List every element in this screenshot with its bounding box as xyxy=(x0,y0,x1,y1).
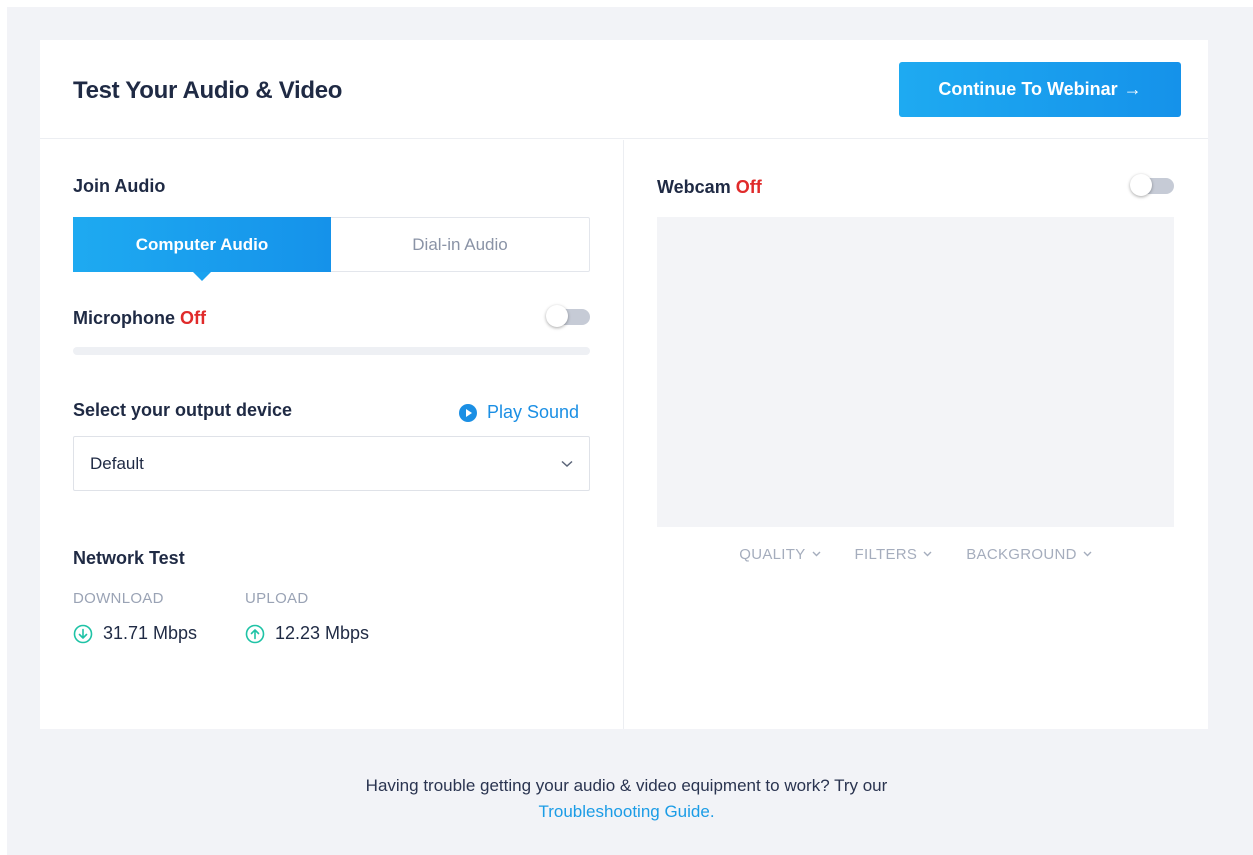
page-title: Test Your Audio & Video xyxy=(73,77,343,104)
background-dropdown[interactable]: BACKGROUND xyxy=(966,544,1092,564)
microphone-state: Off xyxy=(180,308,207,328)
upload-speed: 12.23 Mbps xyxy=(245,623,369,644)
audio-video-test-card: Test Your Audio & Video Continue To Webi… xyxy=(40,40,1208,729)
filters-dropdown[interactable]: FILTERS xyxy=(855,544,933,564)
play-sound-button[interactable]: Play Sound xyxy=(459,402,579,423)
arrow-right-icon: → xyxy=(1123,79,1142,99)
download-value: 31.71 Mbps xyxy=(103,623,198,643)
output-device-select[interactable]: Default xyxy=(73,436,590,491)
troubleshooting-guide-link[interactable]: Troubleshooting Guide. xyxy=(538,802,714,821)
webcam-toggle[interactable] xyxy=(1130,174,1174,196)
webcam-state: Off xyxy=(735,177,762,197)
webcam-options: QUALITY FILTERS BACKGROUND xyxy=(657,544,1174,564)
play-sound-label: Play Sound xyxy=(487,402,580,422)
toggle-knob xyxy=(546,305,568,327)
upload-label: UPLOAD xyxy=(245,590,309,607)
tab-computer-audio[interactable]: Computer Audio xyxy=(73,217,331,281)
filters-label: FILTERS xyxy=(854,545,918,563)
tab-dial-in-audio[interactable]: Dial-in Audio xyxy=(331,218,589,271)
chevron-down-icon xyxy=(561,460,573,467)
tab-label: Dial-in Audio xyxy=(412,234,508,254)
output-device-label: Select your output device xyxy=(73,400,293,420)
card-header: Test Your Audio & Video Continue To Webi… xyxy=(40,40,1208,139)
network-test-label: Network Test xyxy=(73,548,185,568)
microphone-status: Microphone Off xyxy=(73,308,206,329)
join-audio-label: Join Audio xyxy=(73,176,166,196)
quality-dropdown[interactable]: QUALITY xyxy=(739,544,821,564)
quality-label: QUALITY xyxy=(739,545,806,563)
toggle-knob xyxy=(1130,174,1152,196)
column-divider xyxy=(623,140,624,729)
chevron-down-icon xyxy=(1083,551,1092,557)
webcam-status: Webcam Off xyxy=(657,177,762,198)
footer-help: Having trouble getting your audio & vide… xyxy=(0,773,1253,825)
download-label: DOWNLOAD xyxy=(73,590,164,607)
download-speed: 31.71 Mbps xyxy=(73,623,197,644)
microphone-toggle[interactable] xyxy=(546,305,590,327)
chevron-down-icon xyxy=(812,551,821,557)
webcam-label: Webcam xyxy=(657,177,731,197)
webcam-preview xyxy=(657,217,1174,527)
audio-source-tabs: Computer Audio Dial-in Audio xyxy=(73,217,590,281)
microphone-level-meter xyxy=(73,347,590,355)
footer-text: Having trouble getting your audio & vide… xyxy=(365,776,888,795)
continue-to-webinar-button[interactable]: Continue To Webinar → xyxy=(899,62,1181,117)
microphone-label: Microphone xyxy=(73,308,175,328)
tab-label: Computer Audio xyxy=(135,234,269,254)
active-tab-caret xyxy=(193,272,211,281)
continue-button-label: Continue To Webinar xyxy=(938,79,1118,99)
download-arrow-icon xyxy=(73,624,93,643)
output-device-value: Default xyxy=(90,453,144,473)
play-icon xyxy=(459,403,477,422)
background-label: BACKGROUND xyxy=(966,545,1077,563)
upload-value: 12.23 Mbps xyxy=(275,623,370,643)
upload-arrow-icon xyxy=(245,624,265,643)
chevron-down-icon xyxy=(923,551,932,557)
